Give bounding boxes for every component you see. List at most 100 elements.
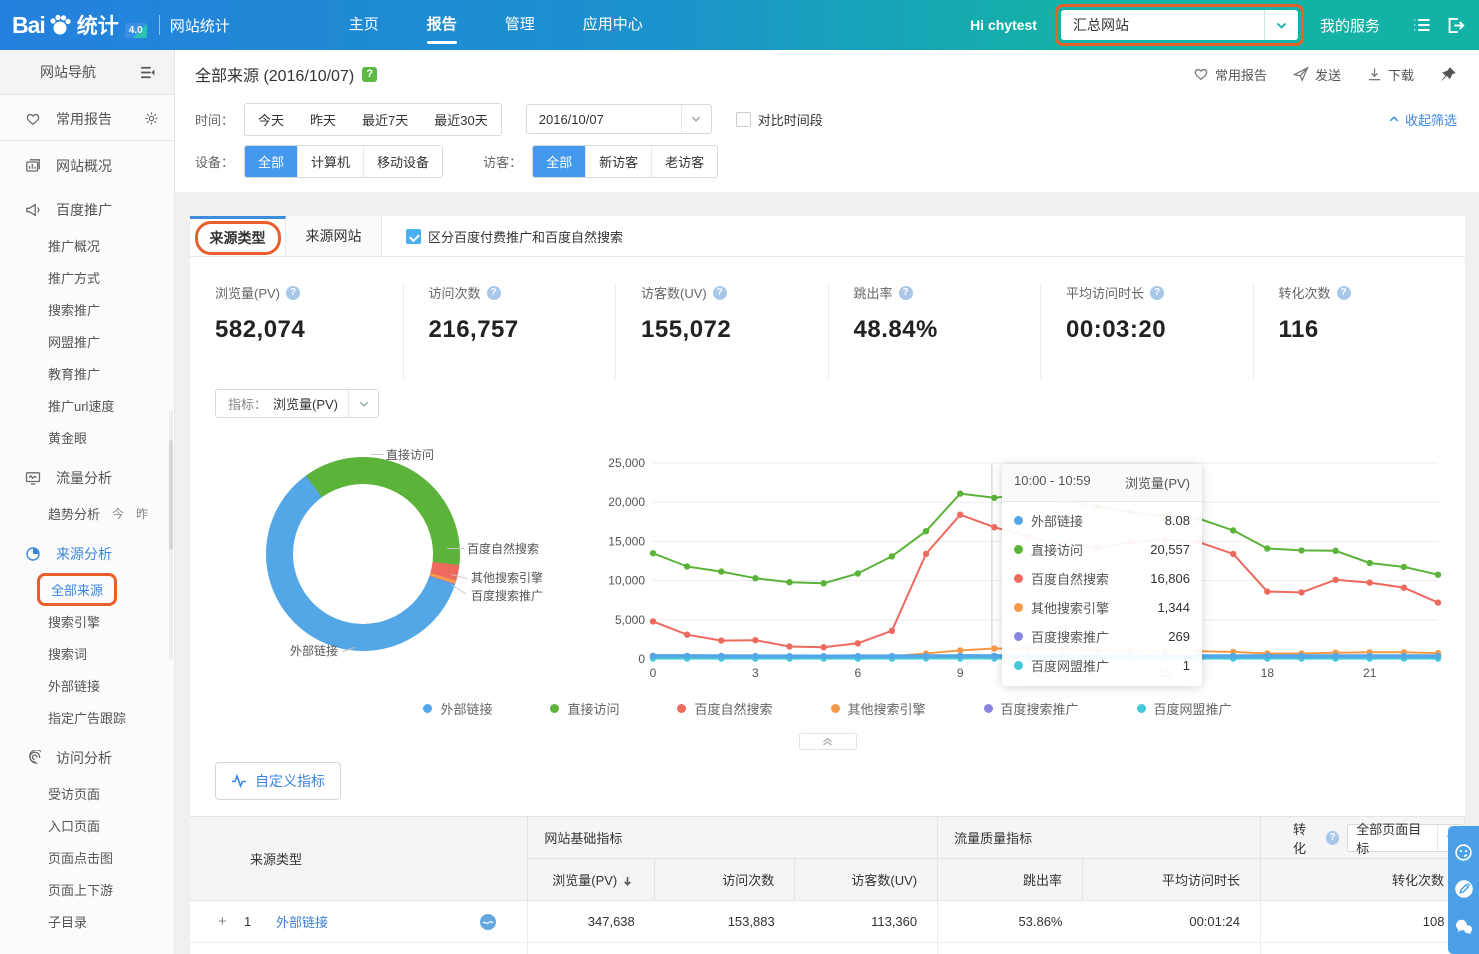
my-services-link[interactable]: 我的服务 bbox=[1320, 15, 1380, 36]
sidebar-item-promotion-method[interactable]: 推广方式 bbox=[0, 261, 174, 293]
time-preset-今天[interactable]: 今天 bbox=[245, 104, 297, 135]
overview-icon bbox=[24, 158, 42, 174]
column-访客数(UV)[interactable]: 访客数(UV) bbox=[795, 859, 938, 901]
sidebar-item-favorite-reports[interactable]: 常用报告 bbox=[0, 97, 174, 141]
sidebar-item-all-sources[interactable]: 全部来源 bbox=[0, 573, 174, 605]
metric-select[interactable]: 指标： 浏览量(PV) bbox=[215, 389, 379, 418]
sidebar-item-external-links[interactable]: 外部链接 bbox=[0, 669, 174, 701]
survey-pencil-icon[interactable] bbox=[1454, 879, 1474, 899]
help-icon[interactable]: ? bbox=[362, 67, 377, 82]
help-icon[interactable]: ? bbox=[1337, 286, 1351, 300]
time-preset-最近30天[interactable]: 最近30天 bbox=[421, 104, 500, 135]
sidebar-item-baidu-promotion[interactable]: 百度推广 bbox=[0, 191, 174, 229]
collapse-sidebar-icon[interactable] bbox=[139, 64, 156, 81]
tab-source-type[interactable]: 来源类型 bbox=[190, 216, 286, 256]
tooltip-rows: 外部链接8.08直接访问20,557百度自然搜索16,806其他搜索引擎1,34… bbox=[1002, 502, 1202, 686]
help-icon[interactable]: ? bbox=[1150, 286, 1164, 300]
tab-source-site[interactable]: 来源网站 bbox=[286, 216, 382, 256]
column-转化次数[interactable]: 转化次数 bbox=[1260, 859, 1464, 901]
quick-link-昨[interactable]: 昨 bbox=[136, 505, 148, 522]
help-icon[interactable]: ? bbox=[286, 286, 300, 300]
device-option-移动设备[interactable]: 移动设备 bbox=[363, 146, 442, 177]
donut-chart[interactable] bbox=[266, 457, 460, 651]
sidebar-item-ad-tracking[interactable]: 指定广告跟踪 bbox=[0, 701, 174, 733]
sidebar-item-subdirectory[interactable]: 子目录 bbox=[0, 905, 174, 937]
collapse-chart-button[interactable] bbox=[799, 733, 857, 750]
help-icon[interactable]: ? bbox=[1326, 831, 1339, 845]
sidebar-item-entry-pages[interactable]: 入口页面 bbox=[0, 809, 174, 841]
column-浏览量(PV)[interactable]: 浏览量(PV) bbox=[528, 859, 655, 901]
legend-item-百度搜索推广[interactable]: 百度搜索推广 bbox=[984, 699, 1079, 718]
action-send[interactable]: 发送 bbox=[1293, 65, 1341, 84]
distinguish-checkbox[interactable]: 区分百度付费推广和百度自然搜索 bbox=[406, 227, 623, 246]
column-label: 转化次数 bbox=[1392, 873, 1444, 888]
help-icon[interactable]: ? bbox=[487, 286, 501, 300]
action-favorite[interactable]: 常用报告 bbox=[1193, 65, 1267, 84]
sidebar-item-search-engine[interactable]: 搜索引擎 bbox=[0, 605, 174, 637]
help-icon[interactable]: ? bbox=[899, 286, 913, 300]
baidu-tongji-logo[interactable]: Bai 统计 4.0 网站统计 bbox=[12, 10, 230, 40]
custom-metric-button[interactable]: 自定义指标 bbox=[215, 762, 341, 800]
wechat-icon[interactable] bbox=[1454, 917, 1474, 937]
visitor-option-新访客[interactable]: 新访客 bbox=[585, 146, 651, 177]
sidebar-item-site-overview[interactable]: 网站概况 bbox=[0, 147, 174, 185]
download-icon bbox=[1367, 67, 1382, 82]
table-row: +1外部链接347,638153,883113,36053.86%00:01:2… bbox=[190, 901, 1465, 943]
collapse-filters-link[interactable]: 收起筛选 bbox=[1388, 110, 1457, 129]
logo-text-tongji: 统计 bbox=[77, 10, 119, 40]
help-icon[interactable]: ? bbox=[713, 286, 727, 300]
compare-period-checkbox[interactable]: 对比时间段 bbox=[736, 110, 823, 129]
legend-item-百度网盟推广[interactable]: 百度网盟推广 bbox=[1137, 699, 1232, 718]
sidebar-item-search-promotion[interactable]: 搜索推广 bbox=[0, 293, 174, 325]
sidebar-item-visit-analysis[interactable]: 访问分析 bbox=[0, 739, 174, 777]
legend-item-其他搜索引擎[interactable]: 其他搜索引擎 bbox=[831, 699, 926, 718]
sidebar-scrollbar[interactable] bbox=[169, 410, 173, 660]
legend-item-直接访问[interactable]: 直接访问 bbox=[550, 699, 619, 718]
device-option-全部[interactable]: 全部 bbox=[245, 146, 297, 177]
site-selector[interactable]: 汇总网站 bbox=[1061, 10, 1298, 40]
sidebar-item-page-updown[interactable]: 页面上下游 bbox=[0, 873, 174, 905]
action-download[interactable]: 下载 bbox=[1367, 65, 1414, 84]
legend-item-百度自然搜索[interactable]: 百度自然搜索 bbox=[677, 699, 772, 718]
column-label: 访问次数 bbox=[722, 873, 774, 888]
sidebar-item-visited-pages[interactable]: 受访页面 bbox=[0, 777, 174, 809]
nav-manage[interactable]: 管理 bbox=[481, 0, 559, 50]
sidebar-item-promotion-url-speed[interactable]: 推广url速度 bbox=[0, 389, 174, 421]
column-访问次数[interactable]: 访问次数 bbox=[655, 859, 795, 901]
legend-label: 百度搜索推广 bbox=[1001, 699, 1079, 718]
sidebar-item-conversion-analysis[interactable]: 转化分析 bbox=[0, 943, 174, 954]
expand-icon[interactable]: + bbox=[218, 913, 232, 930]
sidebar-item-search-words[interactable]: 搜索词 bbox=[0, 637, 174, 669]
time-preset-昨天[interactable]: 昨天 bbox=[297, 104, 349, 135]
conversion-target-select[interactable]: 全部页面目标 bbox=[1347, 824, 1464, 852]
legend-item-外部链接[interactable]: 外部链接 bbox=[423, 699, 492, 718]
sidebar-item-network-promotion[interactable]: 网盟推广 bbox=[0, 325, 174, 357]
column-跳出率[interactable]: 跳出率 bbox=[938, 859, 1083, 901]
date-select[interactable]: 2016/10/07 bbox=[526, 104, 712, 134]
quick-link-今[interactable]: 今 bbox=[112, 505, 124, 522]
sidebar-item-promotion-overview[interactable]: 推广概况 bbox=[0, 229, 174, 261]
sidebar-item-golden-eye[interactable]: 黄金眼 bbox=[0, 421, 174, 453]
sidebar-item-source-analysis[interactable]: 来源分析 bbox=[0, 535, 174, 573]
nav-app-center[interactable]: 应用中心 bbox=[559, 0, 667, 50]
sidebar-item-traffic-analysis[interactable]: 流量分析 bbox=[0, 459, 174, 497]
device-option-计算机[interactable]: 计算机 bbox=[297, 146, 363, 177]
source-table: 来源类型 网站基础指标 流量质量指标 转化 ? 全部页面目标 bbox=[190, 816, 1465, 954]
time-preset-最近7天[interactable]: 最近7天 bbox=[349, 104, 421, 135]
logout-icon[interactable] bbox=[1446, 16, 1465, 35]
visitor-option-老访客[interactable]: 老访客 bbox=[651, 146, 717, 177]
sidebar-item-page-click-map[interactable]: 页面点击图 bbox=[0, 841, 174, 873]
sidebar-item-education-promotion[interactable]: 教育推广 bbox=[0, 357, 174, 389]
nav-home[interactable]: 主页 bbox=[325, 0, 403, 50]
svg-text:25,000: 25,000 bbox=[608, 456, 645, 470]
feedback-smiley-icon[interactable] bbox=[1454, 843, 1473, 862]
visitor-option-全部[interactable]: 全部 bbox=[533, 146, 585, 177]
gear-icon[interactable] bbox=[142, 111, 160, 126]
list-icon[interactable] bbox=[1412, 15, 1432, 35]
sidebar-item-trend-analysis[interactable]: 趋势分析今昨 bbox=[0, 497, 174, 529]
column-平均访问时长[interactable]: 平均访问时长 bbox=[1083, 859, 1261, 901]
legend-label: 其他搜索引擎 bbox=[848, 699, 926, 718]
pin-icon[interactable] bbox=[1440, 66, 1457, 83]
source-link[interactable]: 外部链接 bbox=[276, 912, 328, 931]
nav-report[interactable]: 报告 bbox=[403, 0, 481, 50]
